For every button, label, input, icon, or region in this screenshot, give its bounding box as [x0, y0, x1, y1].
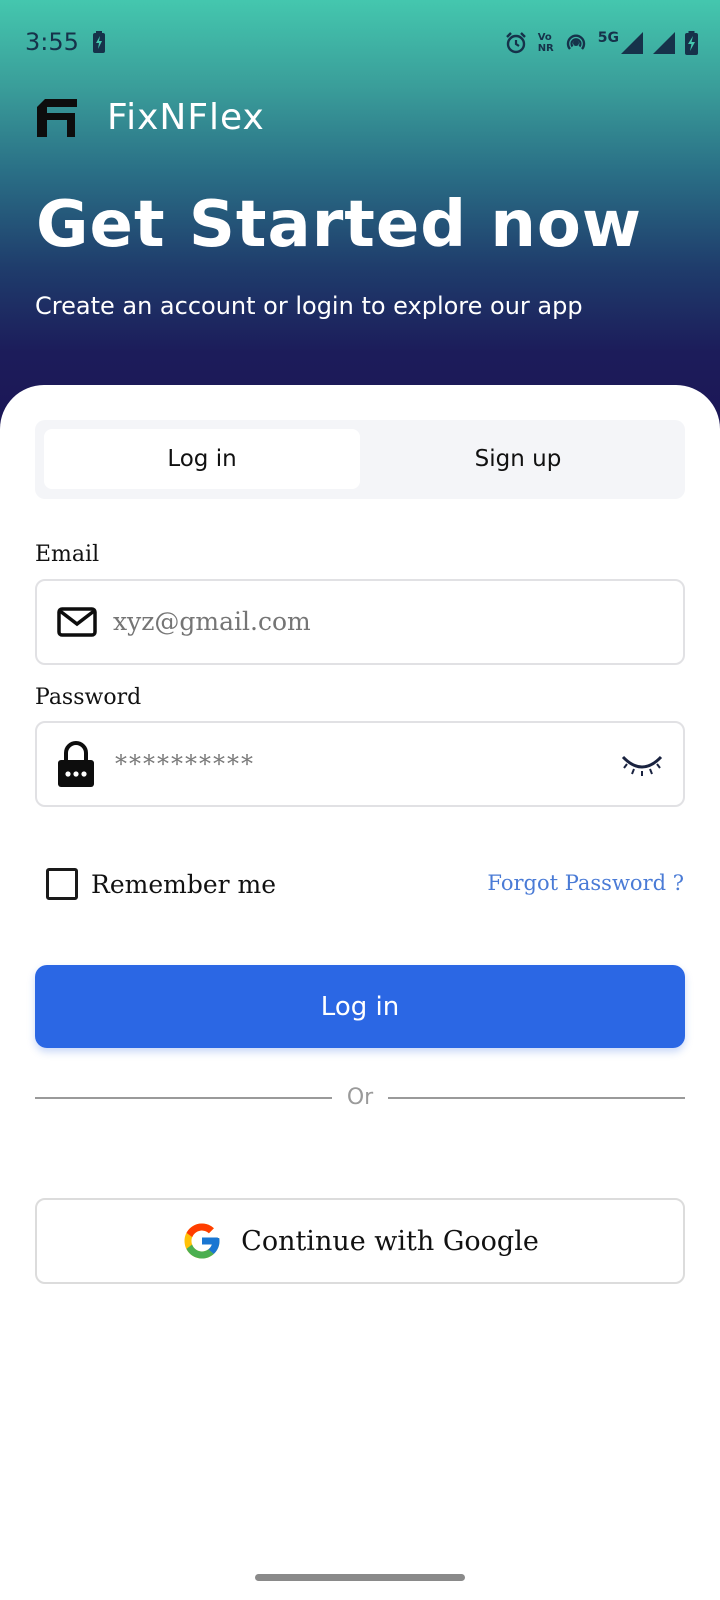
auth-tabs: Log in Sign up [35, 420, 685, 499]
network-type: 5G [597, 30, 619, 46]
auth-card: Log in Sign up Email Password [0, 385, 720, 1600]
mail-icon [57, 605, 97, 643]
login-screen: 3:55 Vo NR 5G FixNFlex Get Started now C… [0, 0, 720, 1600]
google-icon [184, 1223, 220, 1259]
divider-line-right [388, 1097, 685, 1099]
volte-icon: Vo NR [538, 32, 554, 54]
email-input[interactable] [113, 581, 593, 663]
hero-header: 3:55 Vo NR 5G FixNFlex Get Started now C… [0, 0, 720, 430]
forgot-password-link[interactable]: Forgot Password ? [487, 871, 684, 895]
email-label: Email [35, 542, 100, 567]
volte-line-1: Vo [537, 32, 552, 43]
volte-line-2: NR [537, 43, 554, 54]
password-field[interactable]: ********** [35, 721, 685, 807]
password-label: Password [35, 685, 142, 710]
battery-saver-icon [93, 31, 105, 57]
brand: FixNFlex [37, 97, 265, 138]
tab-login[interactable]: Log in [44, 429, 360, 489]
google-signin-button[interactable]: Continue with Google [35, 1198, 685, 1284]
signal-icon [621, 32, 643, 54]
battery-icon [685, 31, 698, 55]
signal-icon [653, 32, 675, 54]
status-time: 3:55 [25, 28, 79, 56]
remember-me-label[interactable]: Remember me [91, 870, 276, 899]
status-bar: 3:55 Vo NR 5G [0, 0, 720, 86]
page-subtitle: Create an account or login to explore ou… [35, 292, 583, 320]
google-button-label[interactable]: Continue with Google [241, 1226, 539, 1257]
status-icons: Vo NR 5G [504, 28, 698, 58]
page-title: Get Started now [36, 188, 642, 262]
or-divider: Or [35, 1085, 685, 1115]
fixnflex-logo-icon [37, 98, 77, 137]
password-input[interactable]: ********** [115, 723, 595, 805]
alarm-icon [504, 31, 528, 55]
eye-closed-icon[interactable] [621, 753, 663, 781]
remember-me[interactable]: Remember me [46, 868, 276, 900]
tab-signup[interactable]: Sign up [360, 429, 676, 489]
login-button[interactable]: Log in [35, 965, 685, 1048]
brand-name: FixNFlex [107, 97, 265, 138]
email-field[interactable] [35, 579, 685, 665]
lock-icon [57, 741, 95, 791]
home-indicator[interactable] [255, 1574, 465, 1581]
remember-me-checkbox[interactable] [46, 868, 78, 900]
hotspot-icon [564, 32, 588, 54]
